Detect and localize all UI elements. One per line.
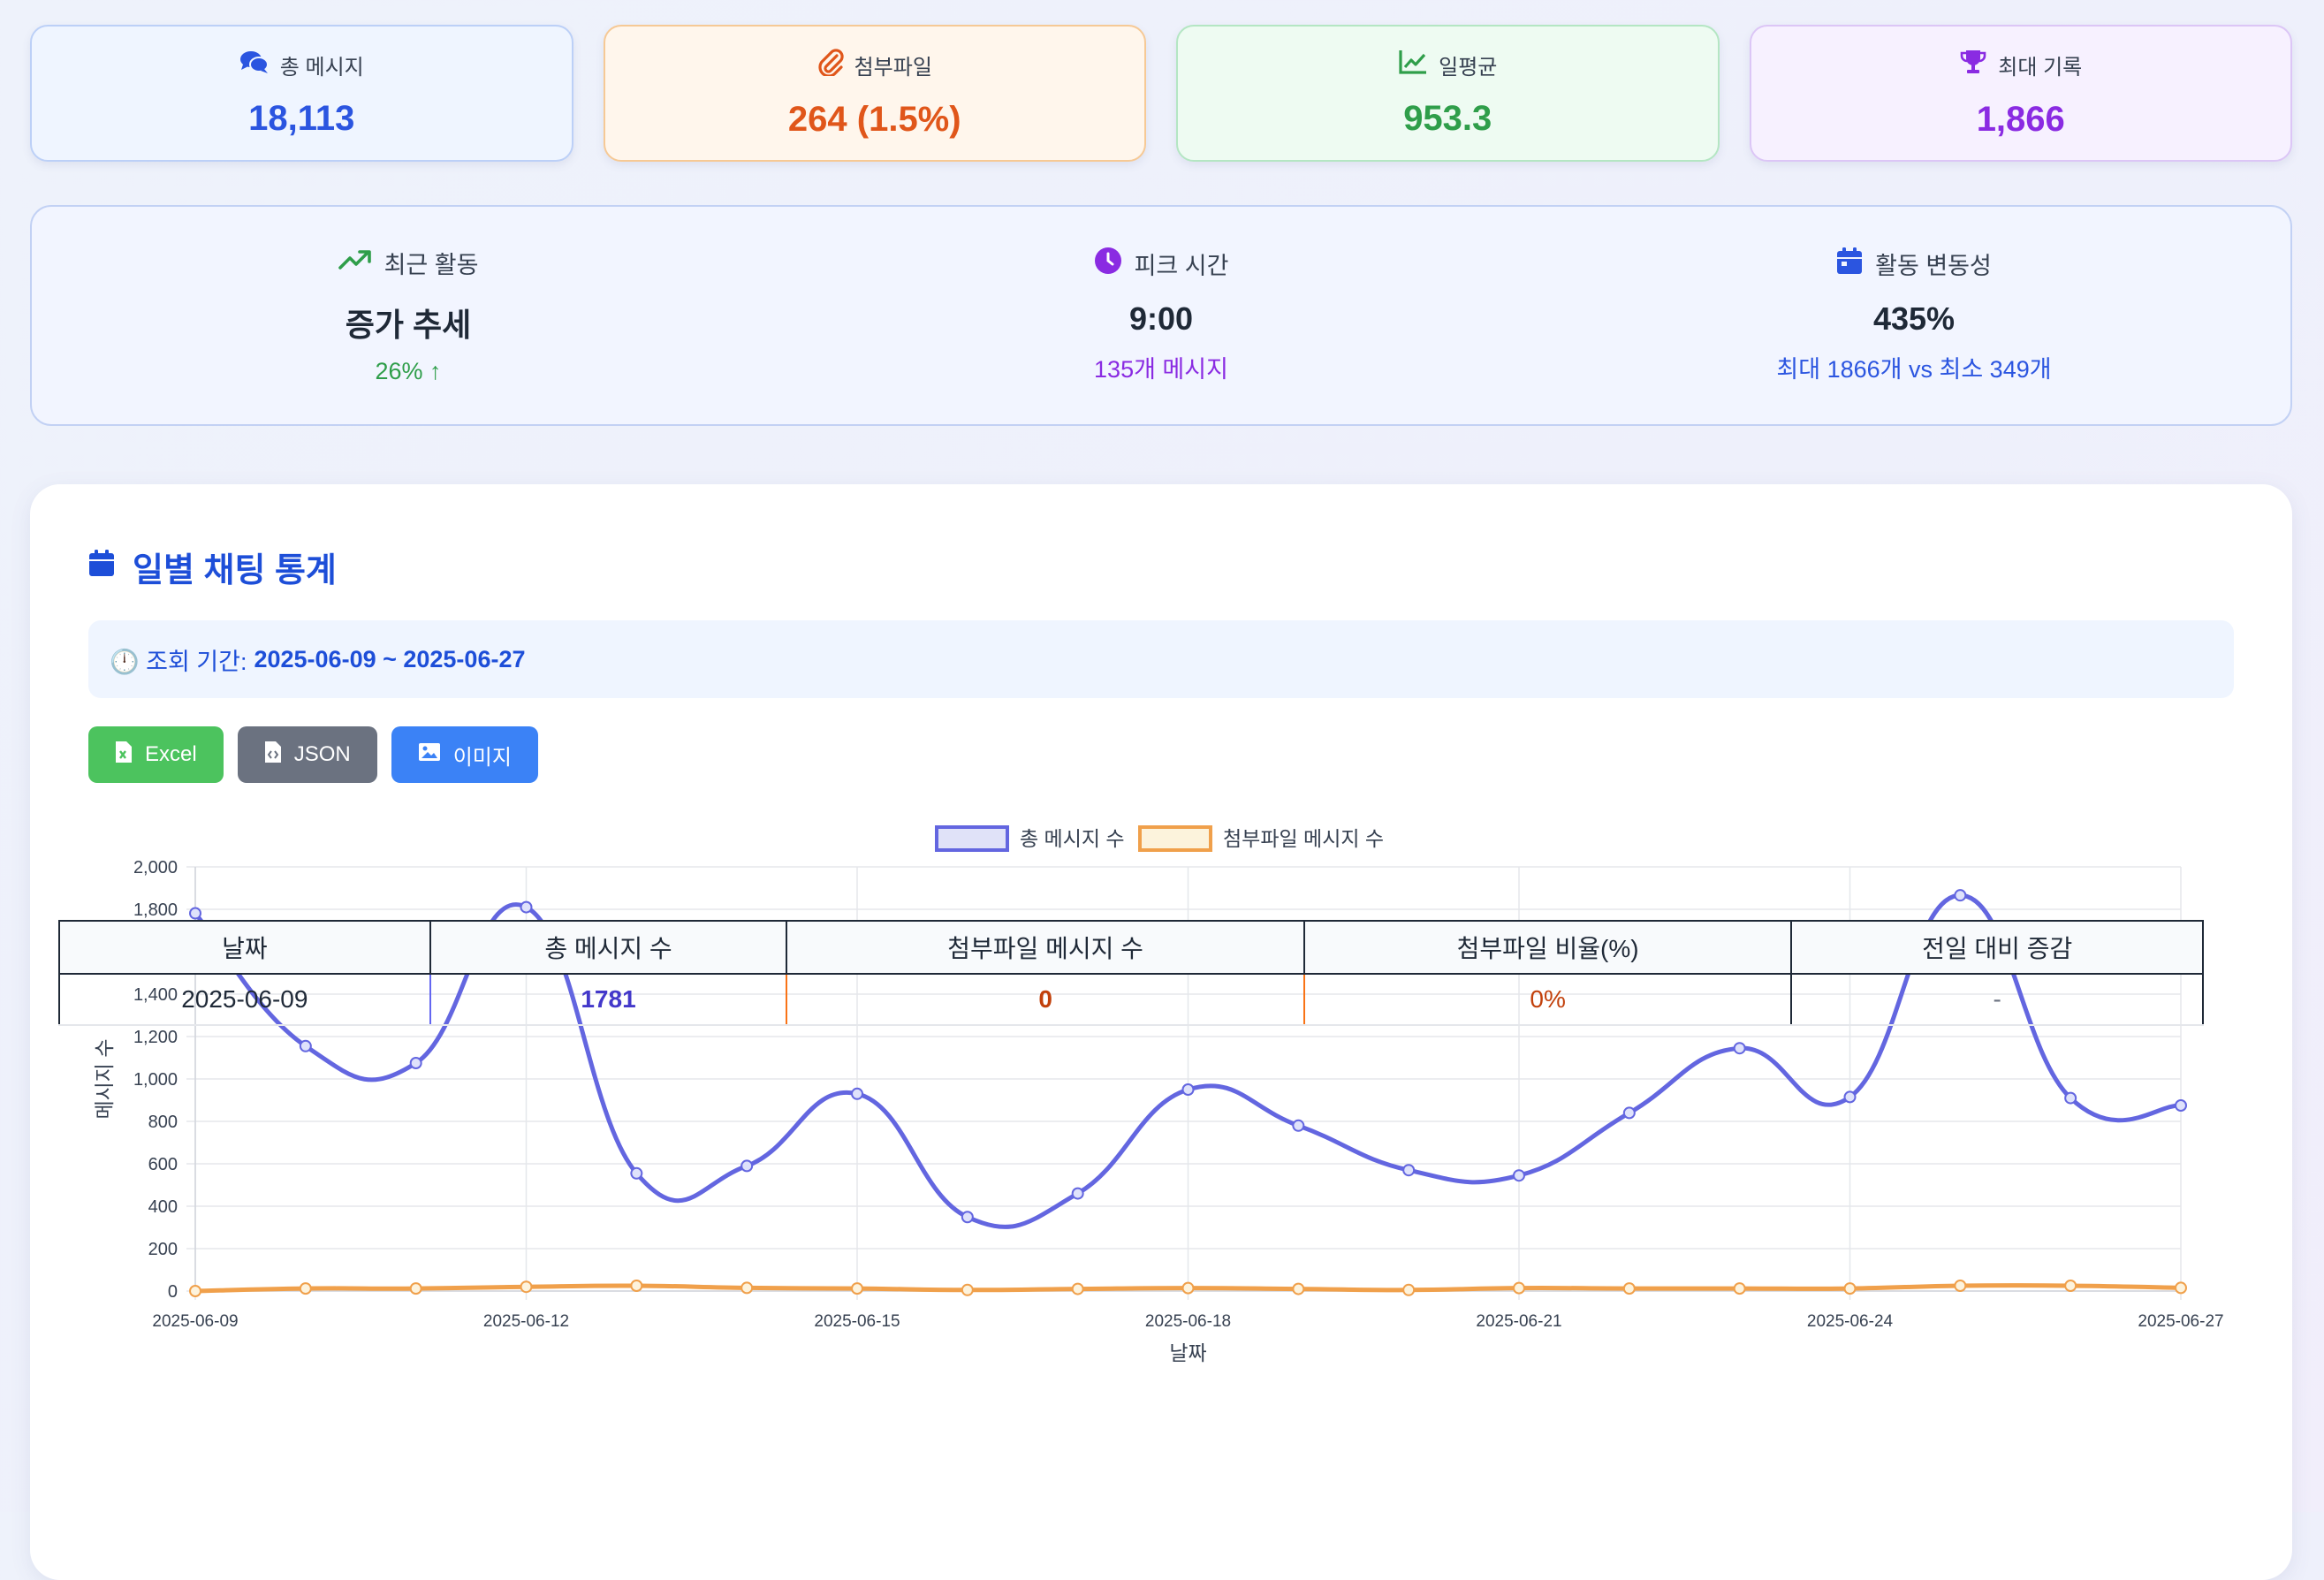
x-tick-label: 2025-06-12 xyxy=(483,1312,569,1331)
column-header-attachments[interactable]: 첨부파일 메시지 수 xyxy=(786,920,1305,975)
table-header-row: 날짜 총 메시지 수 첨부파일 메시지 수 첨부파일 비율(%) 전일 대비 증… xyxy=(58,920,2204,975)
data-point-1 xyxy=(1402,1283,1416,1296)
data-point-1 xyxy=(1292,1282,1305,1295)
data-point-0 xyxy=(1181,1083,1195,1096)
x-tick-label: 2025-06-09 xyxy=(152,1312,238,1331)
data-point-1 xyxy=(409,1282,422,1295)
legend-swatch xyxy=(1138,825,1212,852)
data-point-1 xyxy=(520,1280,533,1294)
data-point-1 xyxy=(1513,1281,1525,1295)
legend-label: 총 메시지 수 xyxy=(1020,827,1125,850)
cell-ratio: 0% xyxy=(1303,974,1792,1026)
data-point-0 xyxy=(1402,1164,1416,1177)
column-header-ratio[interactable]: 첨부파일 비율(%) xyxy=(1303,920,1793,975)
cell-total: 1781 xyxy=(429,974,787,1026)
data-point-0 xyxy=(189,907,201,920)
y-tick-label: 2,000 xyxy=(133,858,178,877)
y-axis-title: 메시지 수 xyxy=(93,1038,116,1119)
data-point-0 xyxy=(1954,889,1967,902)
data-point-1 xyxy=(1622,1282,1636,1295)
data-point-1 xyxy=(1071,1282,1084,1295)
data-point-1 xyxy=(740,1281,754,1295)
data-point-0 xyxy=(1622,1106,1636,1120)
x-tick-label: 2025-06-27 xyxy=(2138,1312,2223,1331)
x-axis-title: 날짜 xyxy=(1169,1341,1206,1364)
data-point-0 xyxy=(299,1039,312,1052)
x-tick-label: 2025-06-24 xyxy=(1807,1312,1894,1331)
data-point-1 xyxy=(851,1282,863,1295)
data-point-0 xyxy=(851,1087,863,1100)
data-point-0 xyxy=(961,1211,974,1224)
x-tick-label: 2025-06-21 xyxy=(1476,1312,1561,1331)
table-row: 2025-06-09 1781 0 0% - xyxy=(58,974,2204,1026)
data-point-0 xyxy=(2064,1091,2077,1105)
data-point-1 xyxy=(189,1285,201,1297)
y-tick-label: 0 xyxy=(168,1282,178,1302)
y-tick-label: 1,000 xyxy=(133,1070,178,1090)
column-header-date[interactable]: 날짜 xyxy=(58,920,431,975)
data-point-1 xyxy=(961,1283,974,1296)
y-tick-label: 400 xyxy=(148,1197,178,1217)
x-tick-label: 2025-06-15 xyxy=(814,1312,900,1331)
data-point-0 xyxy=(740,1159,754,1173)
data-point-0 xyxy=(409,1057,422,1069)
column-header-total[interactable]: 총 메시지 수 xyxy=(429,920,788,975)
x-tick-label: 2025-06-18 xyxy=(1145,1312,1231,1331)
daily-stats-table: 날짜 총 메시지 수 첨부파일 메시지 수 첨부파일 비율(%) 전일 대비 증… xyxy=(58,920,2204,1026)
cell-diff: - xyxy=(1790,974,2204,1026)
data-point-0 xyxy=(520,900,533,914)
y-tick-label: 600 xyxy=(148,1155,178,1174)
legend-label: 첨부파일 메시지 수 xyxy=(1223,827,1384,850)
data-point-0 xyxy=(1513,1169,1525,1182)
data-point-0 xyxy=(1071,1187,1084,1200)
data-point-1 xyxy=(299,1282,312,1295)
daily-chat-line-chart: 02004006008001,0001,2001,4001,6001,8002,… xyxy=(93,825,2224,1364)
cell-attachments: 0 xyxy=(786,974,1304,1026)
data-point-1 xyxy=(2064,1280,2077,1292)
data-point-1 xyxy=(1733,1282,1746,1295)
y-tick-label: 800 xyxy=(148,1113,178,1132)
data-point-0 xyxy=(1292,1119,1305,1132)
data-point-0 xyxy=(2175,1099,2187,1112)
cell-date: 2025-06-09 xyxy=(58,974,430,1026)
data-point-1 xyxy=(1843,1282,1857,1295)
column-header-diff[interactable]: 전일 대비 증감 xyxy=(1790,920,2204,975)
data-point-0 xyxy=(1733,1042,1746,1055)
y-tick-label: 200 xyxy=(148,1240,178,1259)
legend-swatch xyxy=(935,825,1009,852)
y-tick-label: 1,200 xyxy=(133,1028,178,1047)
data-point-1 xyxy=(2175,1281,2187,1295)
data-point-1 xyxy=(1181,1281,1195,1295)
data-point-1 xyxy=(1954,1280,1967,1292)
data-point-1 xyxy=(630,1280,643,1292)
data-point-0 xyxy=(630,1166,643,1180)
data-point-0 xyxy=(1843,1090,1857,1104)
y-tick-label: 1,800 xyxy=(133,900,178,920)
